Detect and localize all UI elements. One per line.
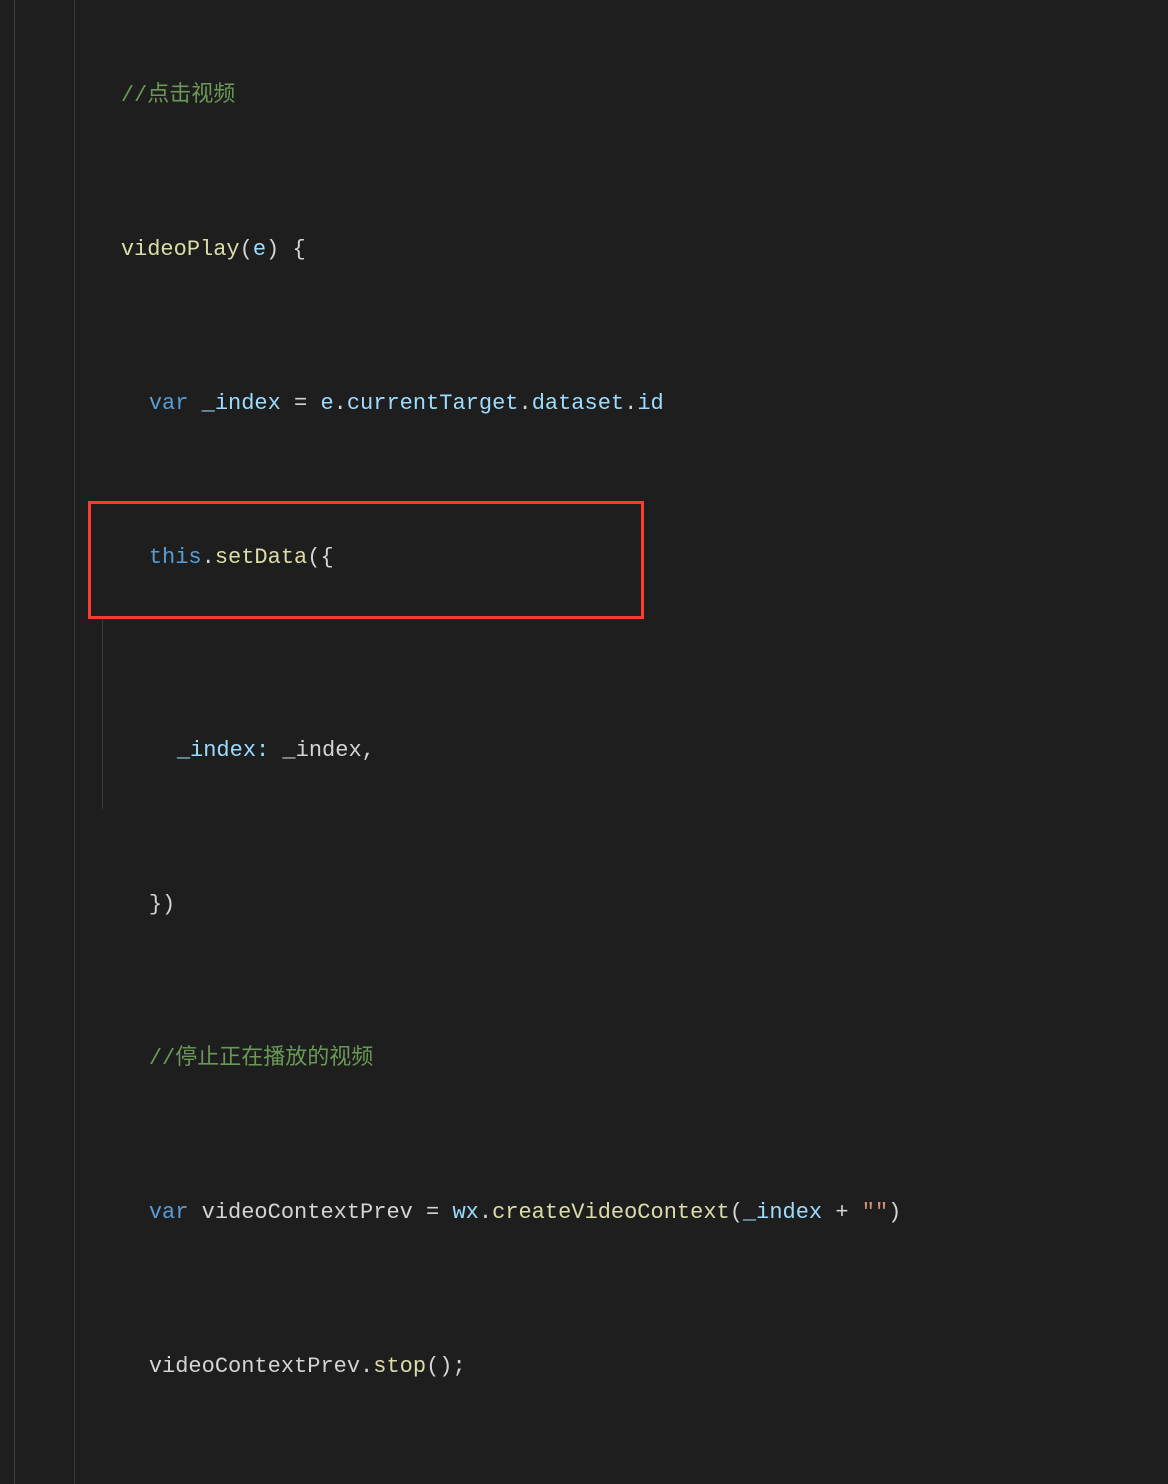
variable: e bbox=[320, 391, 333, 416]
text: + bbox=[822, 1200, 862, 1225]
code-line[interactable]: }) bbox=[20, 809, 1168, 963]
variable: videoContextPrev bbox=[149, 1354, 360, 1379]
punctuation: . bbox=[624, 391, 637, 416]
text bbox=[188, 391, 201, 416]
method: createVideoContext bbox=[492, 1200, 730, 1225]
code-editor[interactable]: //点击视频 videoPlay(e) { var _index = e.cur… bbox=[0, 0, 1168, 1484]
property: currentTarget bbox=[347, 391, 519, 416]
code-line[interactable]: this.setData({ bbox=[20, 462, 1168, 616]
keyword-var: var bbox=[149, 1200, 189, 1225]
punctuation: ( bbox=[730, 1200, 743, 1225]
punctuation: ) bbox=[888, 1200, 901, 1225]
param: e bbox=[253, 237, 266, 262]
punctuation: (); bbox=[426, 1354, 466, 1379]
code-line[interactable]: //点击视频 bbox=[20, 0, 1168, 154]
property: id bbox=[637, 391, 663, 416]
punctuation: ( bbox=[240, 237, 253, 262]
text: videoContextPrev = bbox=[188, 1200, 452, 1225]
keyword-this: this bbox=[149, 545, 202, 570]
text: _index, bbox=[269, 738, 375, 763]
code-line[interactable]: var _index = e.currentTarget.dataset.id bbox=[20, 308, 1168, 462]
punctuation: ({ bbox=[307, 545, 333, 570]
punctuation: . bbox=[479, 1200, 492, 1225]
comment-text: //点击视频 bbox=[121, 83, 235, 108]
punctuation: }) bbox=[149, 892, 175, 917]
property: dataset bbox=[532, 391, 624, 416]
punctuation: . bbox=[202, 545, 215, 570]
code-line[interactable]: //停止正在播放的视频 bbox=[20, 963, 1168, 1117]
text: = bbox=[281, 391, 321, 416]
keyword-var: var bbox=[149, 391, 189, 416]
code-line[interactable]: videoContextPrev.stop(); bbox=[20, 1271, 1168, 1425]
variable: _index bbox=[202, 391, 281, 416]
code-line[interactable]: _index: _index, bbox=[20, 616, 1168, 809]
code-line[interactable]: var videoContextPrev = wx.createVideoCon… bbox=[20, 1117, 1168, 1271]
method: setData bbox=[215, 545, 307, 570]
punctuation: . bbox=[519, 391, 532, 416]
punctuation: ) { bbox=[266, 237, 306, 262]
punctuation: . bbox=[334, 391, 347, 416]
code-line[interactable]: videoPlay(e) { bbox=[20, 154, 1168, 308]
variable: _index bbox=[743, 1200, 822, 1225]
comment-text: //停止正在播放的视频 bbox=[149, 1046, 373, 1071]
property-key: _index: bbox=[177, 738, 269, 763]
string: "" bbox=[862, 1200, 888, 1225]
punctuation: . bbox=[360, 1354, 373, 1379]
code-line[interactable] bbox=[20, 1425, 1168, 1484]
variable: wx bbox=[452, 1200, 478, 1225]
function-name: videoPlay bbox=[121, 237, 240, 262]
method: stop bbox=[373, 1354, 426, 1379]
